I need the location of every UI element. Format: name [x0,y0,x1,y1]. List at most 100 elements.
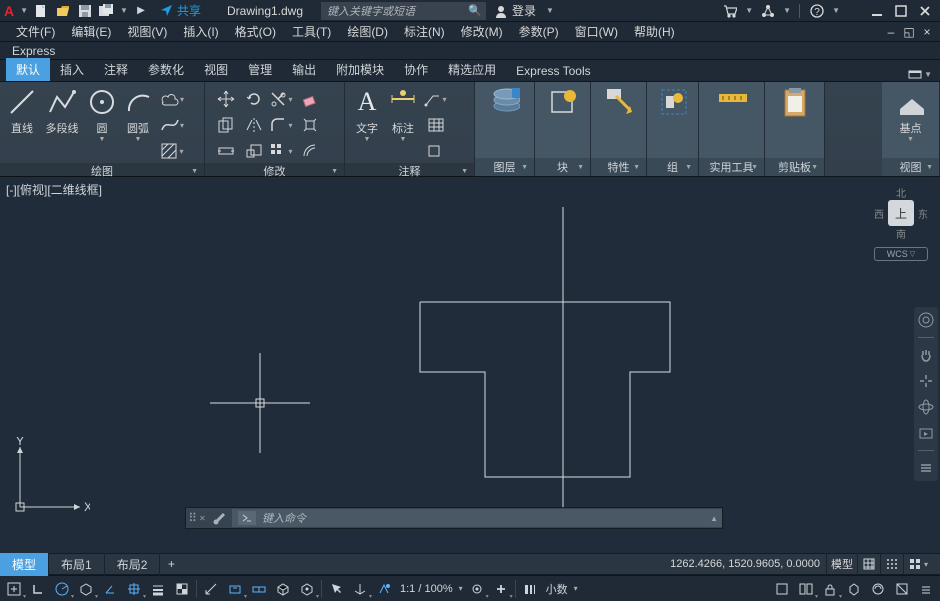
menu-format[interactable]: 格式(O) [227,22,284,42]
btn-move[interactable] [213,87,239,111]
btn-erase[interactable] [297,87,323,111]
btn-text[interactable]: A 文字▼ [349,85,385,163]
btn-mirror[interactable] [241,113,267,137]
menu-insert[interactable]: 插入(I) [175,22,226,42]
btn-spline[interactable]: ▾ [160,113,186,137]
menu-param[interactable]: 参数(P) [511,22,567,42]
btn-util[interactable] [709,85,755,158]
snap-toggle-icon[interactable] [880,554,903,574]
panel-view-title[interactable]: 视图 [882,158,939,176]
rtab-insert[interactable]: 插入 [50,58,94,81]
menu-draw[interactable]: 绘图(D) [339,22,396,42]
minimize-button[interactable] [866,1,888,21]
saveas-icon[interactable] [97,1,117,21]
redo-undo-arrow-icon[interactable]: ▶ [131,1,151,21]
a360-caret[interactable]: ▼ [783,6,791,15]
btn-group[interactable] [651,85,694,158]
status-annoscale-icon[interactable] [372,578,396,600]
status-osnap-icon[interactable]: ▾ [122,578,146,600]
panel-group-title[interactable]: 组 [647,158,698,176]
status-lwt-icon[interactable] [146,578,170,600]
rtab-output[interactable]: 输出 [282,58,326,81]
status-qv-icon[interactable] [770,578,794,600]
btn-mleader[interactable] [423,139,449,163]
nav-zoom-ext-icon[interactable] [917,372,935,390]
rtab-addins[interactable]: 附加模块 [326,58,394,81]
ribbon-collapse[interactable]: ▼ [908,67,940,81]
command-input[interactable]: 键入命令 ▲ [232,509,722,527]
status-qv2-icon[interactable]: ▾ [794,578,818,600]
status-polar-icon[interactable]: ▾ [50,578,74,600]
status-clean-icon[interactable] [890,578,914,600]
status-precision[interactable]: 小数 [542,581,572,597]
menu-help[interactable]: 帮助(H) [626,22,683,42]
rtab-featured[interactable]: 精选应用 [438,58,506,81]
wcs-selector[interactable]: WCS▽ [874,247,928,261]
btn-layer[interactable] [482,85,528,158]
status-angle-icon[interactable] [98,578,122,600]
btn-fillet[interactable]: ▾ [269,113,295,137]
tab-layout2[interactable]: 布局2 [105,553,161,576]
view-cube[interactable]: 北 西 上 东 南 WCS▽ [874,185,928,261]
rtab-view[interactable]: 视图 [194,58,238,81]
grid-toggle-icon[interactable] [857,554,880,574]
help-icon[interactable]: ? [806,1,828,21]
status-gizmo-icon[interactable]: ▾ [348,578,372,600]
rtab-param[interactable]: 参数化 [138,58,194,81]
new-icon[interactable] [31,1,51,21]
status-dyn-icon[interactable] [247,578,271,600]
rtab-collab[interactable]: 协作 [394,58,438,81]
status-custom-icon[interactable] [914,578,938,600]
btn-base[interactable]: 基点▼ [888,85,934,158]
btn-scale[interactable] [241,139,267,163]
status-hw-icon[interactable] [866,578,890,600]
panel-util-title[interactable]: 实用工具 [699,158,764,176]
btn-block[interactable] [540,85,586,158]
btn-explode[interactable] [297,113,323,137]
btn-polyline[interactable]: 多段线 [40,85,84,163]
btn-clip[interactable] [772,85,818,158]
panel-layer-title[interactable]: 图层 [475,158,534,176]
rtab-default[interactable]: 默认 [6,58,50,81]
status-sc-icon[interactable] [199,578,223,600]
menu-modify[interactable]: 修改(M) [453,22,511,42]
btn-copy[interactable] [213,113,239,137]
btn-rotate[interactable] [241,87,267,111]
cmd-history-caret[interactable]: ▲ [710,514,718,523]
close-button[interactable] [914,1,936,21]
tab-add[interactable]: + [160,557,182,571]
btn-stretch[interactable] [213,139,239,163]
drawing-viewport[interactable]: [-][俯视][二维线框] 北 西 上 东 南 WCS▽ [0,177,940,553]
menu-edit[interactable]: 编辑(E) [63,22,119,42]
login-caret[interactable]: ▼ [546,6,554,15]
status-scale[interactable]: 1:1 / 100% [396,583,457,595]
nav-pan-icon[interactable] [917,346,935,364]
btn-line[interactable]: 直线 [4,85,40,163]
qat-menu-caret[interactable]: ▼ [20,6,28,15]
status-lock-icon[interactable]: ▾ [818,578,842,600]
a360-icon[interactable] [757,1,779,21]
menu-tools[interactable]: 工具(T) [284,22,339,42]
btn-trim[interactable]: ▾ [269,87,295,111]
nav-orbit-icon[interactable] [917,398,935,416]
command-line[interactable]: ⠿✕ 键入命令 ▲ [185,507,723,529]
status-plus2-icon[interactable]: ▾ [489,578,513,600]
panel-block-title[interactable]: 块 [535,158,590,176]
tab-layout1[interactable]: 布局1 [49,553,105,576]
doc-minimize[interactable]: – [882,25,900,39]
menu-file[interactable]: 文件(F) [8,22,63,42]
open-icon[interactable] [53,1,73,21]
btn-circle[interactable]: 圆▼ [84,85,120,163]
share-button[interactable]: 共享 [152,2,209,19]
btn-leader[interactable]: ▾ [423,87,449,111]
help-caret[interactable]: ▼ [832,6,840,15]
nav-wheel-icon[interactable] [917,311,935,329]
status-select-icon[interactable] [324,578,348,600]
cart-icon[interactable] [719,1,741,21]
btn-revcloud[interactable]: ▾ [160,87,186,111]
btn-hatch[interactable]: ▾ [160,139,186,163]
btn-arc[interactable]: 圆弧▼ [120,85,156,163]
cmd-handle-icon[interactable]: ⠿✕ [186,511,208,525]
status-lineweight2-icon[interactable] [518,578,542,600]
nav-menu-icon[interactable] [917,459,935,477]
